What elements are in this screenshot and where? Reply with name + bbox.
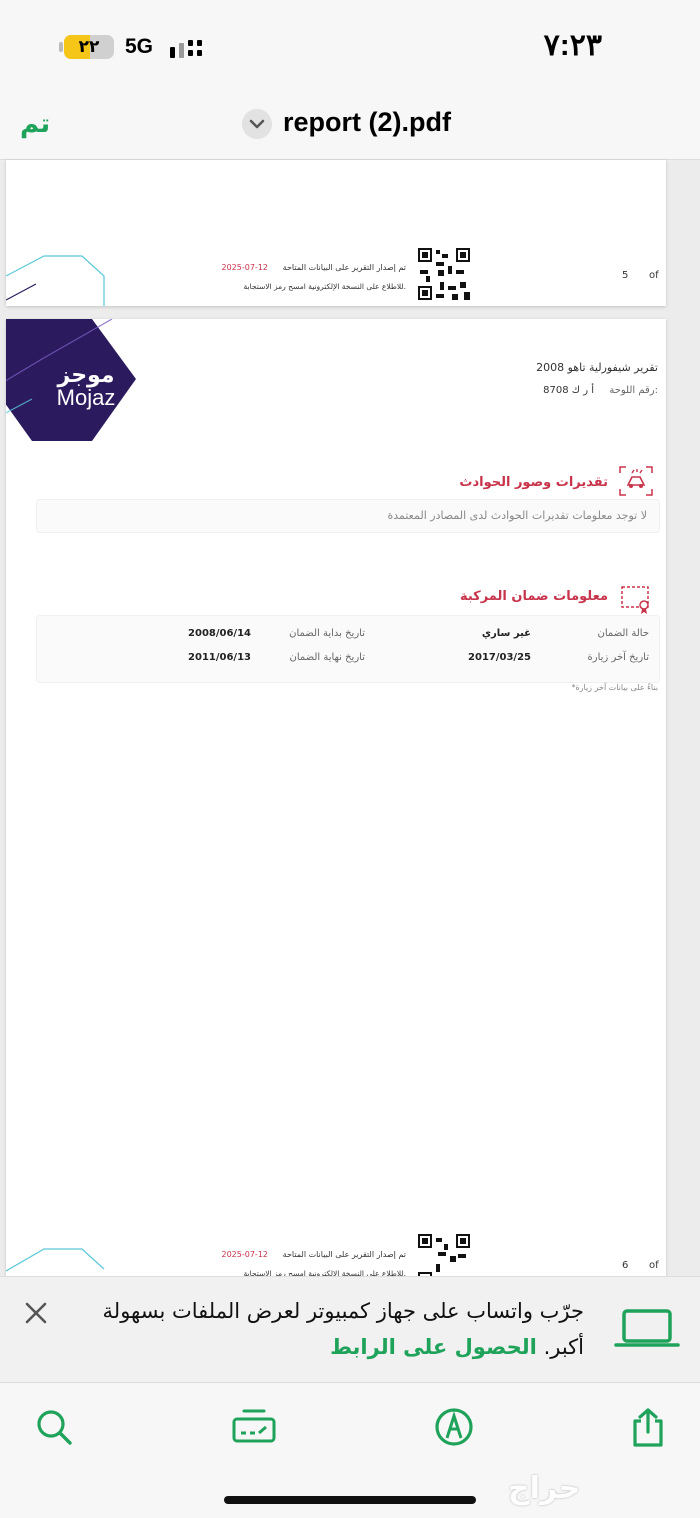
warranty-status-label: حالة الضمان	[597, 628, 649, 639]
warranty-end-value: 2011/06/13	[188, 652, 251, 663]
pdf-page-6: موجز Mojaz تقرير شيفورلية تاهو 2008 رقم …	[6, 319, 666, 1279]
warranty-info-box: حالة الضمان غير ساري تاريخ بداية الضمان …	[36, 615, 660, 683]
plate-label: رقم اللوحة:	[609, 385, 658, 396]
plate-value: أ ر ك 8708	[543, 385, 594, 396]
clock: ٧:٢٣	[543, 29, 602, 62]
qr-code	[416, 246, 472, 302]
warranty-section-title: معلومات ضمان المركبة	[459, 589, 608, 604]
banner-text-line2: أكبر. الحصول على الرابط	[330, 1335, 584, 1359]
markup-pen-icon[interactable]	[434, 1407, 474, 1447]
search-icon[interactable]	[34, 1407, 74, 1447]
battery-level: ٢٢	[78, 37, 100, 57]
page-of-label: of	[649, 1260, 659, 1271]
report-issued-date: 2025-07-12	[221, 263, 269, 272]
qr-code	[416, 1232, 472, 1279]
banner-text-prefix: أكبر.	[543, 1335, 584, 1359]
warranty-status-value: غير ساري	[481, 628, 531, 639]
page-number: 5	[622, 270, 629, 281]
warranty-certificate-icon	[621, 586, 649, 614]
chevron-down-icon[interactable]	[242, 109, 272, 139]
page-number: 6	[622, 1260, 629, 1271]
logo-english-text: Mojaz	[56, 385, 116, 410]
pdf-page-5: تم إصدار التقرير على البيانات المتاحة 20…	[6, 160, 666, 306]
accidents-note: لا توجد معلومات تقديرات الحوادث لدى المص…	[387, 509, 647, 522]
accidents-note-box: لا توجد معلومات تقديرات الحوادث لدى المص…	[36, 499, 660, 533]
accidents-section-title: تقديرات وصور الحوادث	[459, 475, 608, 490]
report-issued-text: تم إصدار التقرير على البيانات المتاحة	[282, 1250, 406, 1259]
done-button[interactable]: تم	[20, 109, 50, 139]
close-icon[interactable]	[22, 1299, 50, 1327]
report-issued-text: تم إصدار التقرير على البيانات المتاحة	[282, 263, 406, 272]
banner-text: جرّب واتساب على جهاز كمبيوتر لعرض الملفا…	[102, 1299, 584, 1323]
network-type: 5G	[125, 35, 154, 58]
warranty-footnote: *بناءً على بيانات آخر زيارة	[571, 683, 658, 692]
laptop-icon	[614, 1309, 680, 1347]
document-title[interactable]: report (2).pdf	[283, 107, 451, 138]
warranty-end-label: تاريخ نهاية الضمان	[289, 652, 365, 663]
report-issued-date: 2025-07-12	[221, 1250, 269, 1259]
battery-icon: ٢٢	[64, 35, 114, 59]
home-indicator	[224, 1496, 476, 1504]
get-link-button[interactable]: الحصول على الرابط	[330, 1335, 537, 1359]
last-visit-label: تاريخ آخر زيارة	[587, 652, 649, 663]
last-visit-value: 2017/03/25	[468, 652, 531, 663]
bottom-toolbar: حراج	[0, 1383, 700, 1518]
warranty-start-value: 2008/06/14	[188, 628, 251, 639]
car-accident-icon	[619, 466, 653, 496]
warranty-start-label: تاريخ بداية الضمان	[289, 628, 365, 639]
scan-qr-text: للاطلاع على النسخة الإلكترونية امسح رمز …	[243, 282, 406, 291]
signal-strength-icon	[170, 40, 202, 58]
text-edit-icon[interactable]	[230, 1407, 278, 1447]
nav-bar: تم report (2).pdf	[0, 95, 700, 160]
page-of-label: of	[649, 270, 659, 281]
watermark-text: حراج	[508, 1471, 581, 1506]
battery-tip	[59, 42, 63, 52]
status-bar: ٢٢ 5G ٧:٢٣	[0, 0, 700, 95]
desktop-promo-banner: جرّب واتساب على جهاز كمبيوتر لعرض الملفا…	[0, 1276, 700, 1383]
decorative-hexagon-lines	[6, 255, 105, 306]
decorative-hexagon-lines	[6, 1248, 105, 1272]
report-title: تقرير شيفورلية تاهو 2008	[536, 361, 658, 374]
share-icon[interactable]	[628, 1407, 668, 1447]
